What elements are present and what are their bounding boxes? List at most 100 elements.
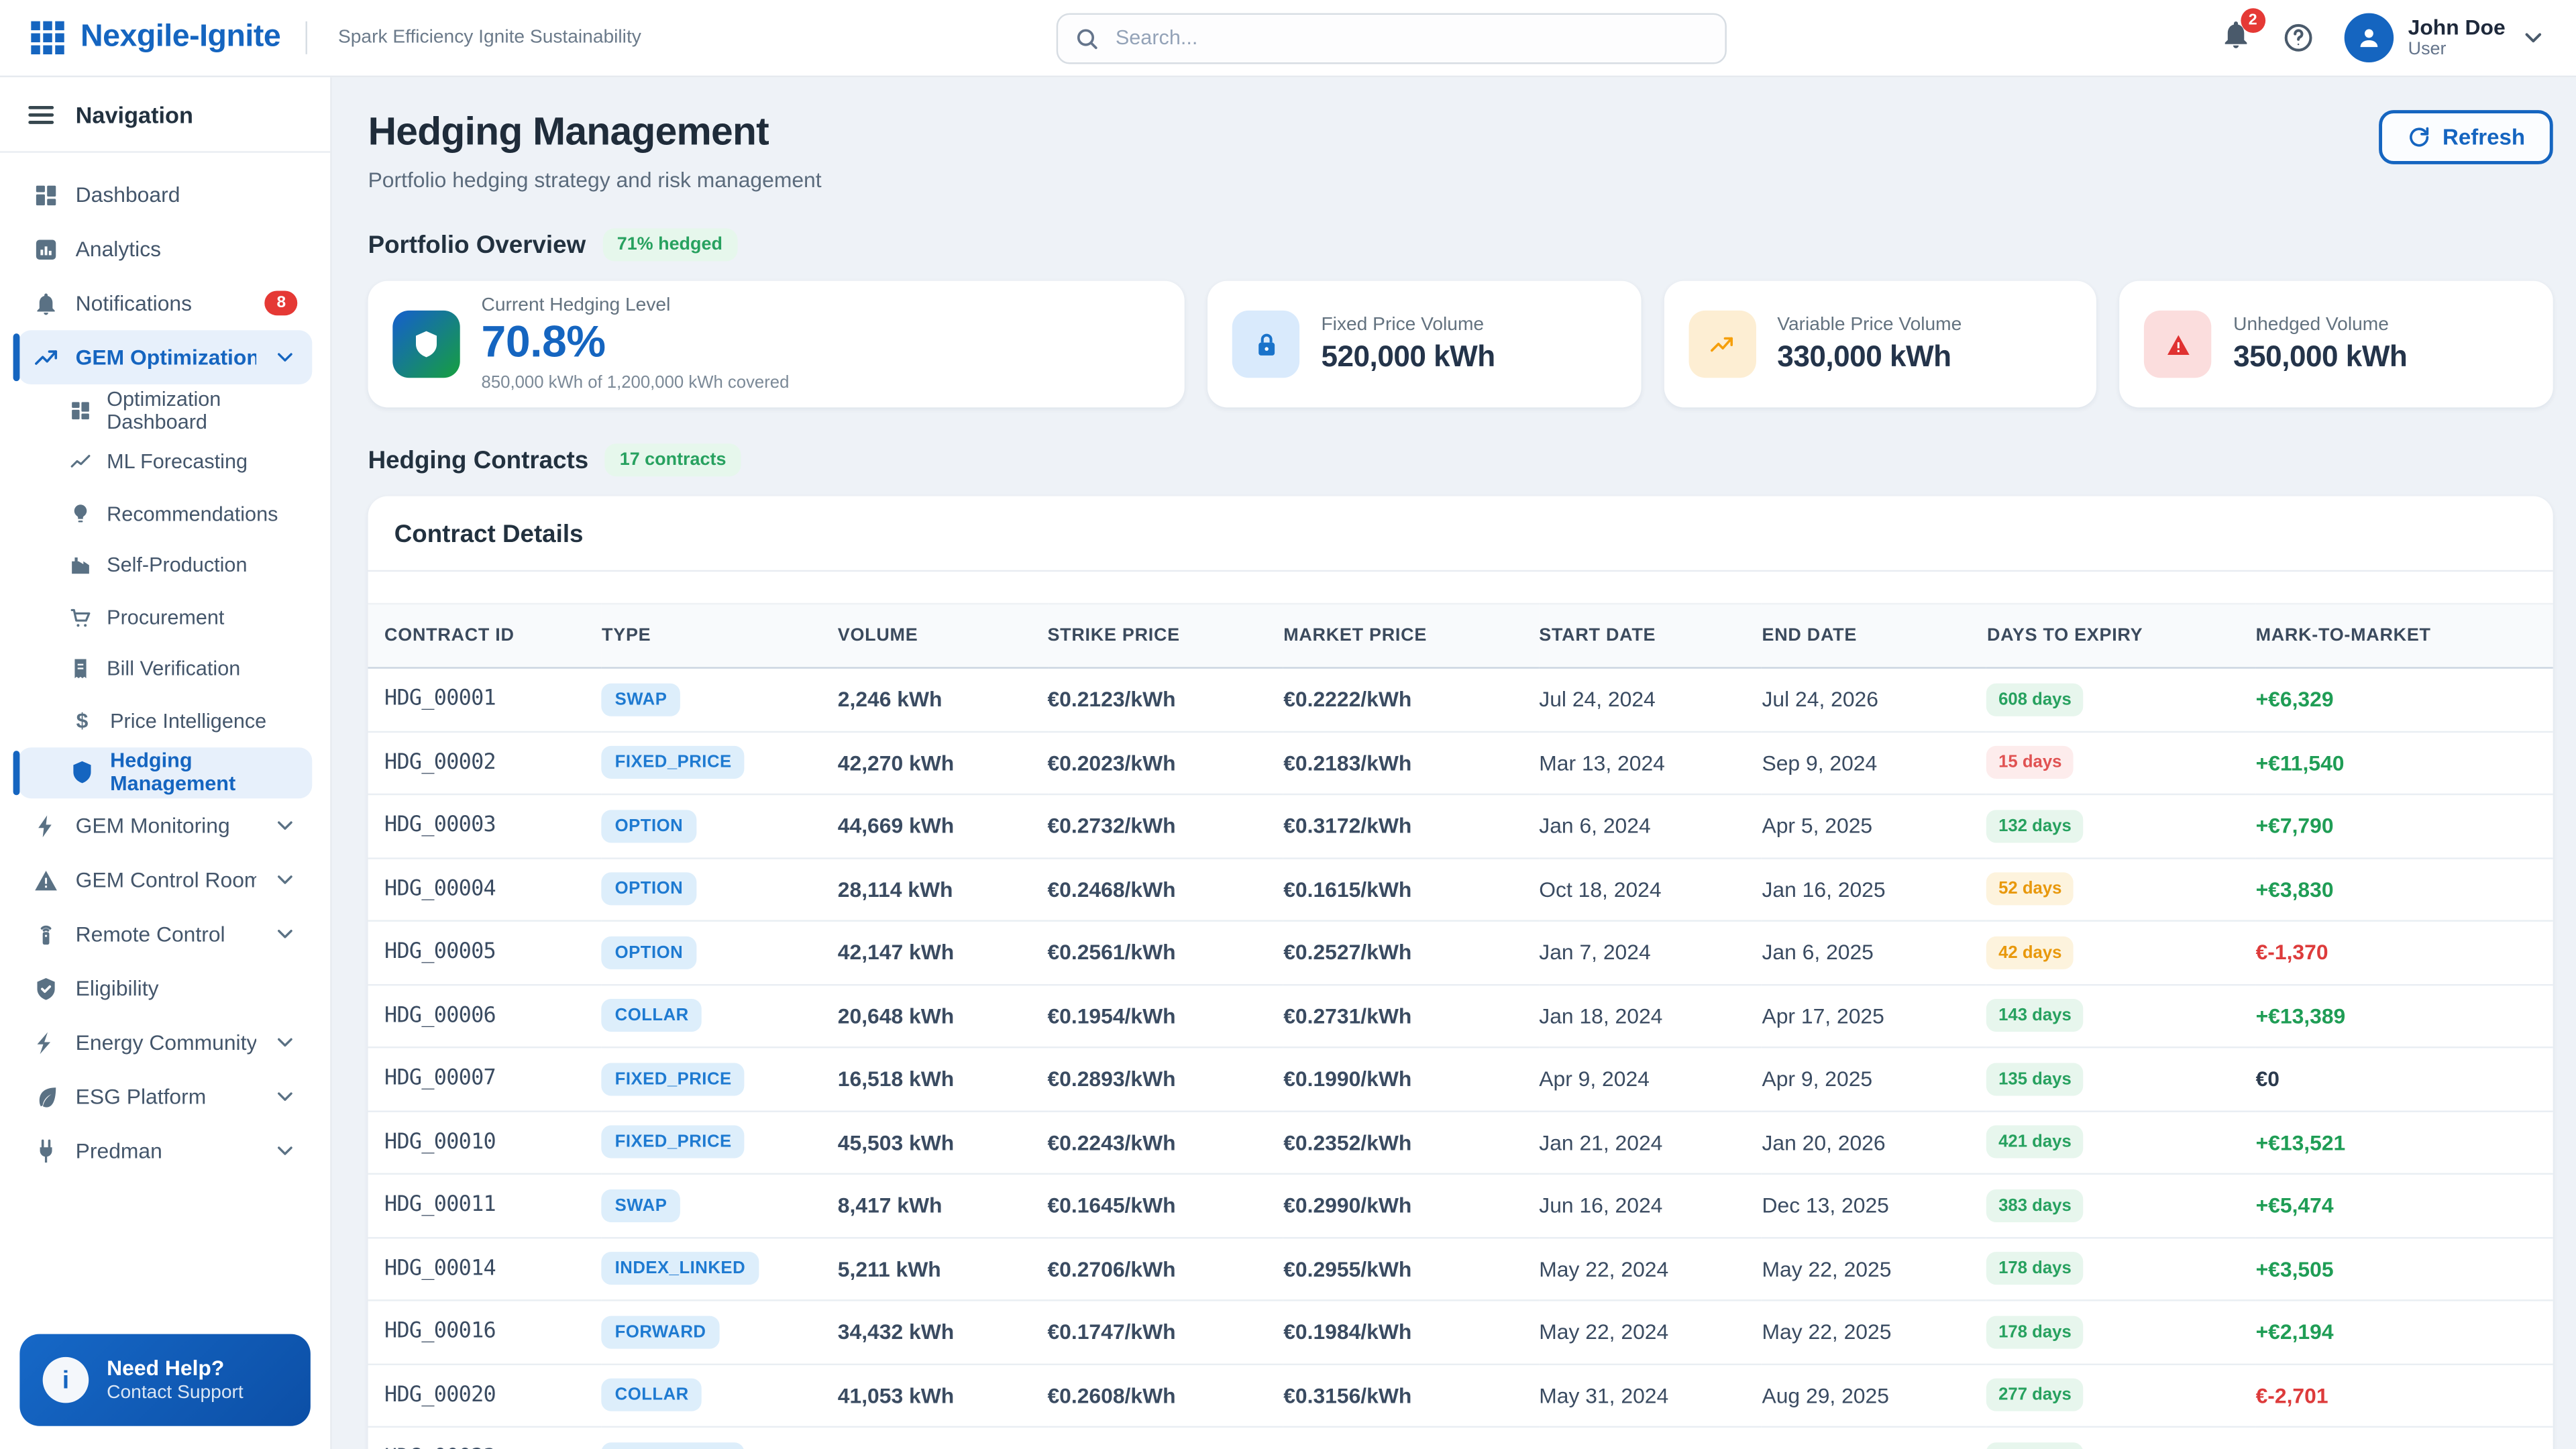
plug-icon [33, 1138, 59, 1164]
sidebar-subitem-procurement[interactable]: Procurement [18, 592, 312, 643]
help-button[interactable] [2282, 21, 2314, 54]
refresh-button[interactable]: Refresh [2378, 110, 2553, 164]
days-to-expiry-badge: 294 days [1987, 1442, 2083, 1449]
column-header-days-to-expiry: DAYS TO EXPIRY [1987, 604, 2256, 668]
market-price: €0.3172/kWh [1283, 794, 1539, 857]
brand-logo[interactable]: Nexgile-Ignite Spark Efficiency Ignite S… [30, 19, 641, 56]
mark-to-market-value: €-2,701 [2256, 1364, 2553, 1427]
sidebar-item-dashboard[interactable]: Dashboard [18, 168, 312, 222]
sidebar-subitem-optimization-dashboard[interactable]: Optimization Dashboard [18, 384, 312, 436]
contract-volume: 28,114 kWh [838, 857, 1048, 920]
end-date: May 22, 2025 [1762, 1300, 1986, 1363]
chevron-down-icon [273, 1084, 298, 1109]
user-menu[interactable]: John Doe User [2344, 13, 2546, 62]
sidebar-item-gem-control-room[interactable]: GEM Control Room [18, 853, 312, 907]
sidebar-subitem-label: ML Forecasting [107, 451, 248, 474]
sidebar-subitem-label: Bill Verification [107, 657, 240, 680]
contract-id: HDG_00010 [368, 1111, 602, 1174]
sidebar-item-gem-optimization[interactable]: GEM Optimization [18, 330, 312, 384]
alert-triangle-icon [33, 867, 59, 893]
column-header-volume: VOLUME [838, 604, 1048, 668]
sidebar-item-label: GEM Control Room [76, 867, 256, 892]
sidebar-subitem-self-production[interactable]: Self-Production [18, 539, 312, 591]
sidebar-subitem-bill-verification[interactable]: Bill Verification [18, 643, 312, 695]
market-price: €0.2352/kWh [1283, 1111, 1539, 1174]
table-row: HDG_00007FIXED_PRICE16,518 kWh€0.2893/kW… [368, 1047, 2553, 1110]
mark-to-market-value: +€2,194 [2256, 1300, 2553, 1363]
kpi-caption: 850,000 kWh of 1,200,000 kWh covered [482, 373, 790, 392]
contract-id: HDG_00006 [368, 984, 602, 1047]
chevron-down-icon [273, 345, 298, 370]
sidebar-subitem-price-intelligence[interactable]: $Price Intelligence [18, 695, 312, 747]
bolt-icon [33, 812, 59, 839]
sidebar-subitem-recommendations[interactable]: Recommendations [18, 488, 312, 539]
start-date: Jan 7, 2024 [1539, 921, 1762, 984]
sidebar-subitem-hedging-management[interactable]: Hedging Management [18, 747, 312, 798]
grid-icon [69, 398, 92, 421]
market-price: €0.2731/kWh [1283, 984, 1539, 1047]
days-to-expiry-badge: 383 days [1987, 1189, 2083, 1222]
contract-details-card: Contract Details CONTRACT IDTYPEVOLUMEST… [368, 496, 2553, 1449]
trending-up-icon [33, 344, 59, 370]
contract-type-badge: FIXED_PRICE [602, 1126, 745, 1159]
kpi-value: 520,000 kWh [1321, 339, 1495, 374]
menu-icon[interactable] [26, 99, 56, 129]
table-row: HDG_00003OPTION44,669 kWh€0.2732/kWh€0.3… [368, 794, 2553, 857]
contract-volume: 42,147 kWh [838, 921, 1048, 984]
start-date: May 22, 2024 [1539, 1300, 1762, 1363]
sidebar-item-energy-community[interactable]: Energy Community [18, 1015, 312, 1069]
days-to-expiry-badge: 52 days [1987, 873, 2074, 906]
sidebar-notification-badge: 8 [265, 290, 297, 315]
need-help-title: Need Help? [107, 1355, 244, 1381]
column-header-contract-id: CONTRACT ID [368, 604, 602, 668]
contract-type-badge: FORWARD [602, 1316, 719, 1348]
sidebar-item-analytics[interactable]: Analytics [18, 222, 312, 276]
sidebar-item-esg-platform[interactable]: ESG Platform [18, 1069, 312, 1124]
logo-divider [305, 21, 307, 54]
sidebar-item-label: ESG Platform [76, 1084, 207, 1109]
bell-icon [33, 290, 59, 316]
strike-price: €0.1747/kWh [1047, 1300, 1283, 1363]
search-input[interactable] [1112, 25, 1709, 51]
contract-id: HDG_00011 [368, 1174, 602, 1237]
analytics-icon [33, 235, 59, 262]
sidebar-item-gem-monitoring[interactable]: GEM Monitoring [18, 798, 312, 853]
kpi-cards: Current Hedging Level70.8%850,000 kWh of… [368, 281, 2553, 408]
contract-type-badge: FIXED_PRICE [602, 746, 745, 779]
market-price: €0.2183/kWh [1283, 731, 1539, 794]
sidebar-item-label: Notifications [76, 290, 192, 315]
sidebar-subitem-ml-forecasting[interactable]: ML Forecasting [18, 436, 312, 488]
start-date: Jan 21, 2024 [1539, 1111, 1762, 1174]
table-row: HDG_00006COLLAR20,648 kWh€0.1954/kWh€0.2… [368, 984, 2553, 1047]
days-to-expiry-badge: 15 days [1987, 746, 2074, 779]
contract-volume: 16,518 kWh [838, 1047, 1048, 1110]
column-header-strike-price: STRIKE PRICE [1047, 604, 1283, 668]
start-date: May 31, 2024 [1539, 1364, 1762, 1427]
end-date: Jan 16, 2025 [1762, 857, 1986, 920]
contract-type-badge: OPTION [602, 873, 696, 906]
kpi-card-fixed-price-volume: Fixed Price Volume520,000 kWh [1208, 281, 1641, 408]
sidebar-item-eligibility[interactable]: Eligibility [18, 961, 312, 1016]
end-date: Apr 5, 2025 [1762, 794, 1986, 857]
sidebar-item-remote-control[interactable]: Remote Control [18, 907, 312, 961]
mark-to-market-value: +€6,329 [2256, 668, 2553, 731]
contract-id: HDG_00003 [368, 794, 602, 857]
strike-price: €0.2558/kWh [1047, 1427, 1283, 1449]
hedging-contracts-title: Hedging Contracts [368, 446, 589, 474]
sidebar-item-notifications[interactable]: Notifications 8 [18, 276, 312, 330]
sidebar-item-predman[interactable]: Predman [18, 1124, 312, 1178]
mark-to-market-value: +€3,505 [2256, 1237, 2553, 1300]
mark-to-market-value: +€8,831 [2256, 1427, 2553, 1449]
market-price: €0.1615/kWh [1283, 857, 1539, 920]
contract-details-title: Contract Details [368, 496, 2553, 572]
column-header-mark-to-market: MARK-TO-MARKET [2256, 604, 2553, 668]
table-header-row: CONTRACT IDTYPEVOLUMESTRIKE PRICEMARKET … [368, 604, 2553, 668]
global-search[interactable] [1057, 12, 1727, 63]
need-help-card[interactable]: i Need Help? Contact Support [19, 1334, 310, 1426]
refresh-label: Refresh [2443, 125, 2525, 150]
sidebar-item-label: Predman [76, 1138, 162, 1163]
avatar [2344, 13, 2393, 62]
table-row: HDG_00010FIXED_PRICE45,503 kWh€0.2243/kW… [368, 1111, 2553, 1174]
notifications-button[interactable]: 2 [2219, 17, 2252, 58]
sidebar: Navigation DashboardAnalyticsNotificatio… [0, 77, 332, 1449]
